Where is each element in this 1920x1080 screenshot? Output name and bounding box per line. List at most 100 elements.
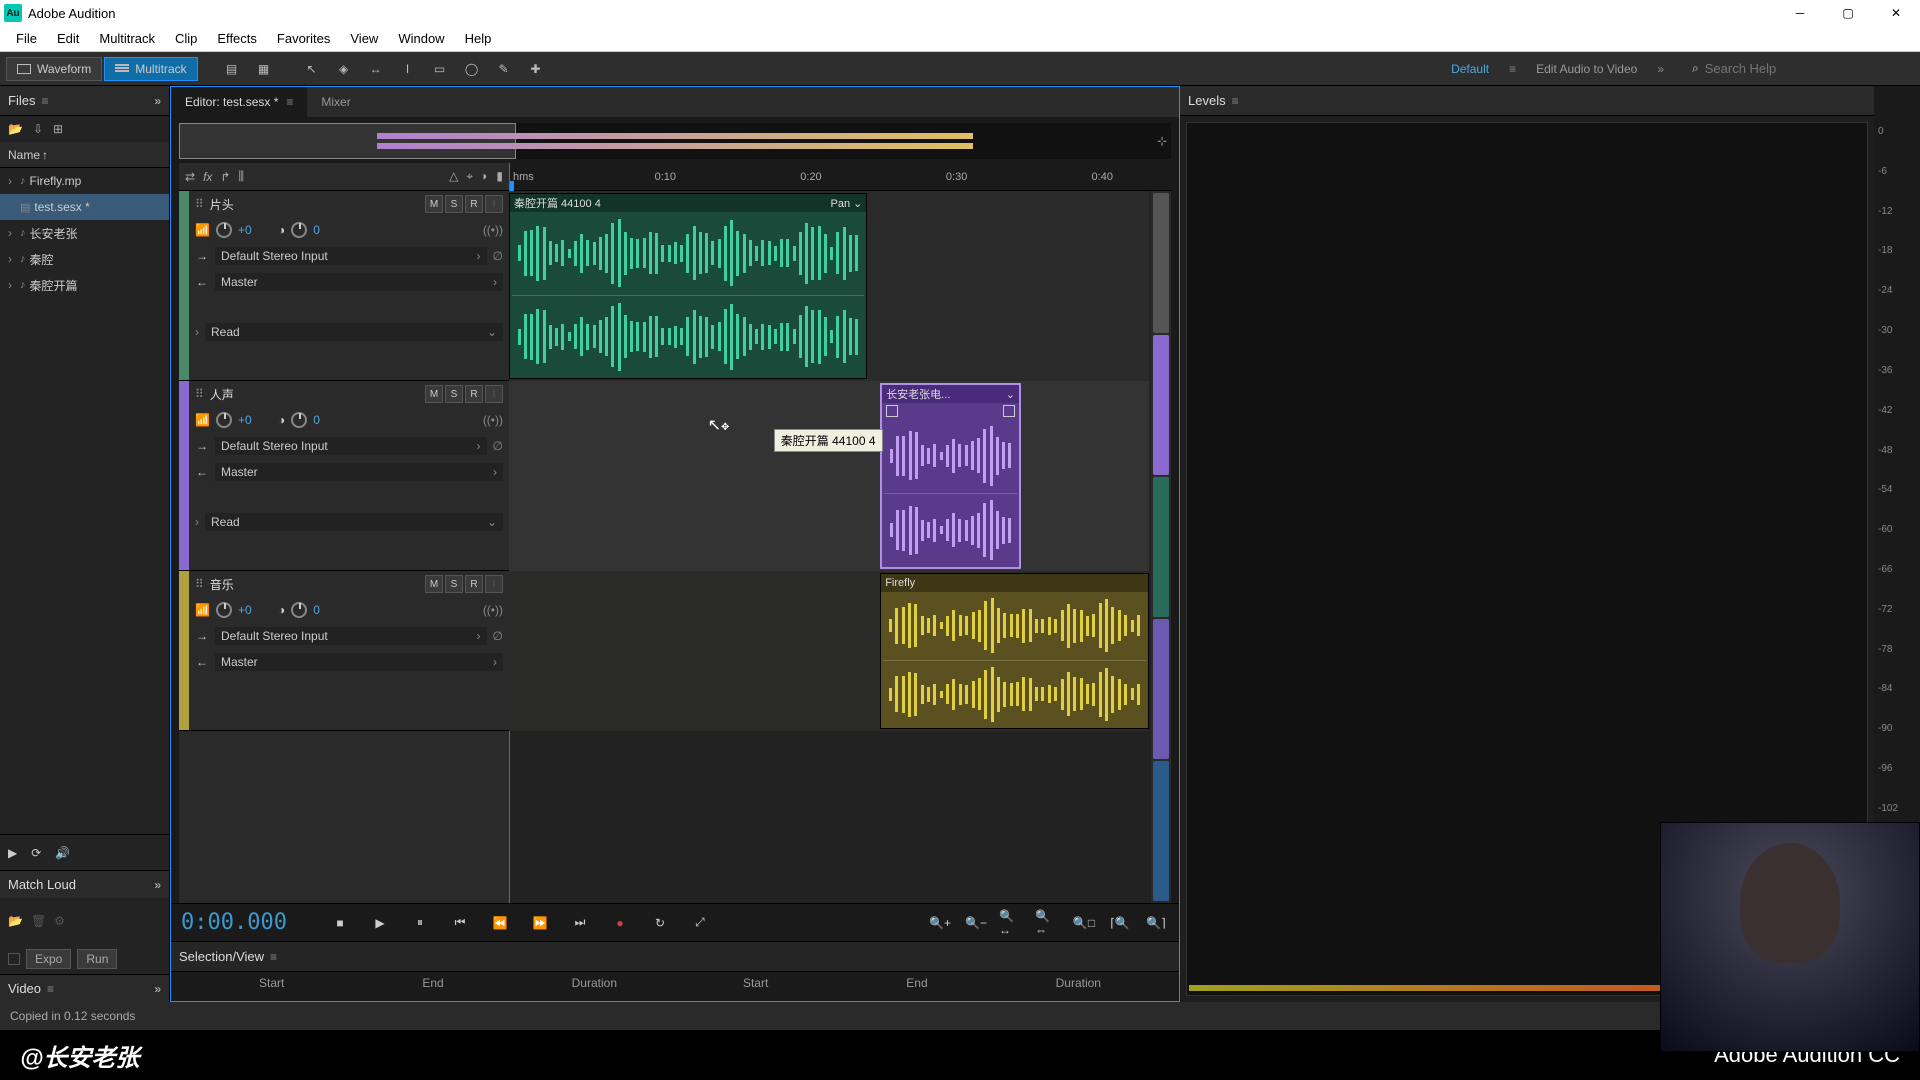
time-select-tool[interactable]: I: [394, 57, 422, 81]
open-file-icon[interactable]: 📂: [8, 122, 23, 136]
ml-import-icon[interactable]: 📂: [8, 914, 23, 928]
files-menu-icon[interactable]: ≡: [41, 94, 48, 108]
stop-button[interactable]: ■: [327, 913, 353, 933]
stereo-icon[interactable]: ((•)): [483, 413, 503, 427]
zoom-selection-in-button[interactable]: ⌈🔍: [1107, 913, 1133, 933]
record-button[interactable]: ●: [607, 913, 633, 933]
search-input[interactable]: [1705, 61, 1885, 76]
track-grip-icon[interactable]: ⠿: [195, 387, 204, 401]
overview-navigator[interactable]: ⊹: [179, 123, 1171, 159]
stereo-icon[interactable]: ((•)): [483, 223, 503, 237]
hud-toggle[interactable]: ▤: [218, 57, 246, 81]
input-select[interactable]: Default Stereo Input›: [215, 437, 487, 455]
file-item[interactable]: ›♪秦腔: [0, 246, 169, 272]
input-select[interactable]: Default Stereo Input›: [215, 627, 487, 645]
new-file-icon[interactable]: ⊞: [53, 122, 63, 136]
preview-loop-button[interactable]: ⟳: [31, 846, 41, 860]
automation-expand-icon[interactable]: ›: [195, 325, 199, 339]
input-select[interactable]: Default Stereo Input›: [215, 247, 487, 265]
ml-settings-icon[interactable]: ⚙: [54, 914, 65, 928]
zoom-full-button[interactable]: 🔍□: [1071, 913, 1097, 933]
output-select[interactable]: Master›: [215, 653, 503, 671]
preview-play-button[interactable]: ▶: [8, 846, 17, 860]
input-phase-icon[interactable]: ∅: [493, 439, 503, 453]
pan-value[interactable]: 0: [313, 603, 337, 617]
menu-help[interactable]: Help: [455, 31, 502, 46]
menu-multitrack[interactable]: Multitrack: [89, 31, 165, 46]
waveform-view-button[interactable]: Waveform: [6, 57, 102, 81]
input-phase-icon[interactable]: ∅: [493, 629, 503, 643]
pan-value[interactable]: 0: [313, 413, 337, 427]
menu-clip[interactable]: Clip: [165, 31, 207, 46]
track-name[interactable]: 片头: [210, 196, 234, 213]
automation-mode-select[interactable]: Read⌄: [205, 323, 503, 341]
video-menu-icon[interactable]: ≡: [47, 982, 54, 996]
track-lane[interactable]: 秦腔开篇 44100 4 Pan ⌄: [509, 191, 1149, 381]
slip-tool[interactable]: ↔: [362, 57, 390, 81]
track-lane[interactable]: 长安老张电... ⌄: [509, 381, 1149, 571]
close-button[interactable]: ✕: [1884, 6, 1908, 20]
lasso-tool[interactable]: ◯: [458, 57, 486, 81]
th-snap-icon[interactable]: ⌖: [466, 169, 473, 184]
workspace-default[interactable]: Default: [1451, 62, 1489, 76]
fast-forward-button[interactable]: ⏩: [527, 913, 553, 933]
stereo-icon[interactable]: ((•)): [483, 603, 503, 617]
input-monitor-button[interactable]: I: [485, 195, 503, 213]
spectral-toggle[interactable]: ▦: [250, 57, 278, 81]
output-select[interactable]: Master›: [215, 463, 503, 481]
workspace-editav[interactable]: Edit Audio to Video: [1536, 62, 1637, 76]
play-button[interactable]: ▶: [367, 913, 393, 933]
pause-button[interactable]: ⏸: [407, 913, 433, 933]
minimize-button[interactable]: ─: [1788, 6, 1812, 20]
zoom-in-time-button[interactable]: 🔍↔: [999, 913, 1025, 933]
menu-favorites[interactable]: Favorites: [267, 31, 340, 46]
zoom-out-button[interactable]: 🔍−: [963, 913, 989, 933]
solo-button[interactable]: S: [445, 195, 463, 213]
output-select[interactable]: Master›: [215, 273, 503, 291]
volume-knob[interactable]: [216, 412, 232, 428]
menu-effects[interactable]: Effects: [207, 31, 267, 46]
pan-knob[interactable]: [291, 222, 307, 238]
track-grip-icon[interactable]: ⠿: [195, 197, 204, 211]
input-phase-icon[interactable]: ∅: [493, 249, 503, 263]
run-button[interactable]: Run: [77, 949, 117, 969]
rewind-button[interactable]: ⏪: [487, 913, 513, 933]
editor-tab[interactable]: Editor: test.sesx *≡: [171, 87, 307, 117]
fade-out-handle[interactable]: [1003, 405, 1015, 417]
file-item[interactable]: ▤test.sesx *: [0, 194, 169, 220]
maximize-button[interactable]: ▢: [1836, 6, 1860, 20]
volume-value[interactable]: +0: [238, 603, 262, 617]
record-arm-button[interactable]: R: [465, 195, 483, 213]
selview-menu-icon[interactable]: ≡: [270, 950, 277, 964]
th-fx-icon[interactable]: fx: [203, 170, 212, 184]
menu-window[interactable]: Window: [388, 31, 454, 46]
workspace-more-icon[interactable]: »: [1657, 62, 1664, 76]
overview-viewport[interactable]: [179, 123, 516, 159]
heal-tool[interactable]: ✚: [522, 57, 550, 81]
input-monitor-button[interactable]: I: [485, 385, 503, 403]
tab-menu-icon[interactable]: ≡: [286, 95, 293, 109]
timeline[interactable]: hms 0:10 0:20 0:30 0:40 秦腔开篇 44100 4 Pan…: [509, 163, 1171, 903]
th-playhead-icon[interactable]: ▮: [496, 169, 503, 184]
track-name[interactable]: 音乐: [210, 576, 234, 593]
mixer-tab[interactable]: Mixer: [307, 87, 364, 117]
overview-zoom-icon[interactable]: ⊹: [1157, 134, 1167, 148]
time-ruler[interactable]: hms 0:10 0:20 0:30 0:40: [509, 163, 1171, 191]
levels-menu-icon[interactable]: ≡: [1232, 94, 1239, 108]
audio-clip[interactable]: 秦腔开篇 44100 4 Pan ⌄: [509, 193, 867, 379]
pan-value[interactable]: 0: [313, 223, 337, 237]
file-item[interactable]: ›♪Firefly.mp: [0, 168, 169, 194]
th-loop-icon[interactable]: ⇄: [185, 170, 195, 184]
preview-autoplay-button[interactable]: 🔊: [55, 846, 70, 860]
track-grip-icon[interactable]: ⠿: [195, 577, 204, 591]
pan-knob[interactable]: [291, 412, 307, 428]
file-item[interactable]: ›♪秦腔开篇: [0, 272, 169, 298]
brush-tool[interactable]: ✎: [490, 57, 518, 81]
track-lane[interactable]: Firefly: [509, 571, 1149, 731]
record-arm-button[interactable]: R: [465, 385, 483, 403]
input-monitor-button[interactable]: I: [485, 575, 503, 593]
record-arm-button[interactable]: R: [465, 575, 483, 593]
multitrack-view-button[interactable]: Multitrack: [104, 57, 197, 81]
menu-view[interactable]: View: [340, 31, 388, 46]
export-checkbox[interactable]: [8, 953, 20, 965]
